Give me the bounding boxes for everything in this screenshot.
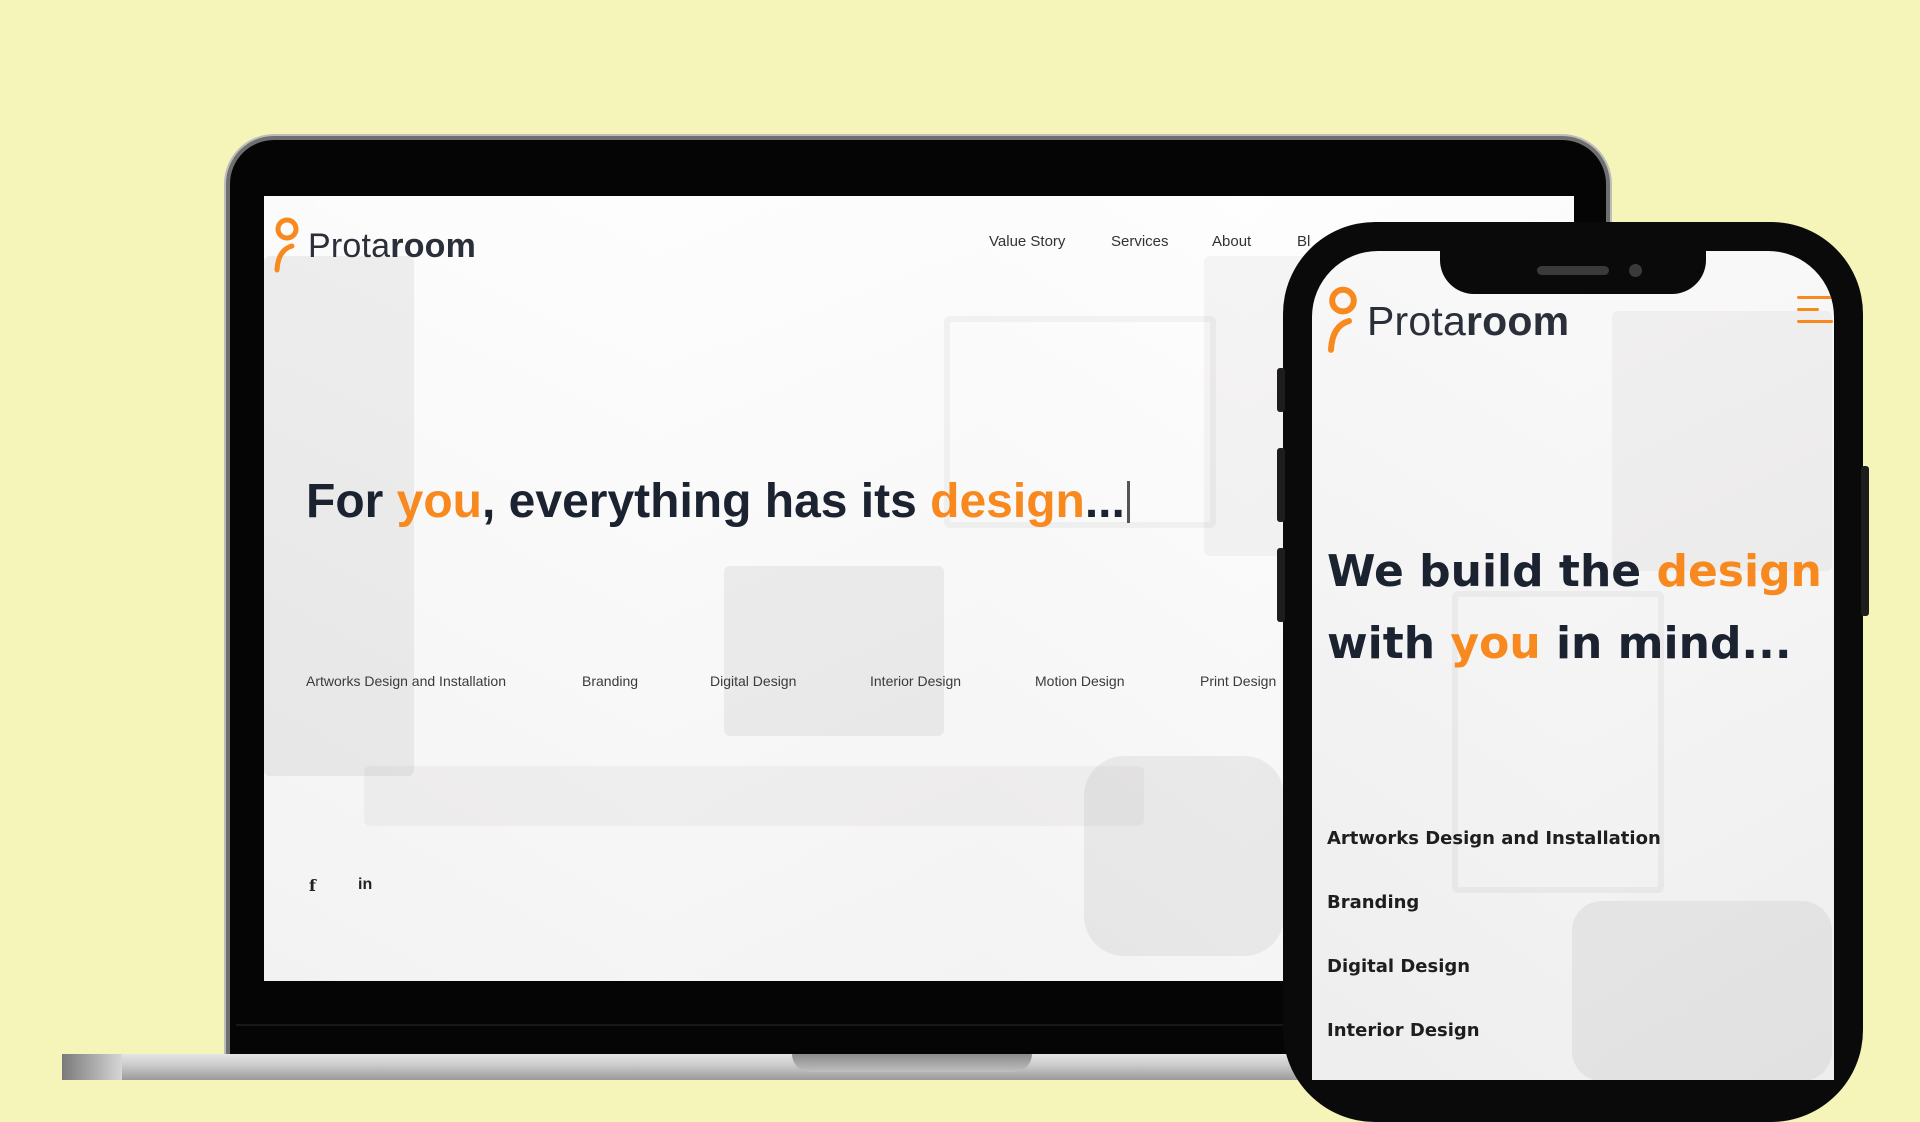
brand-name-light: Prota [1367,297,1466,344]
brand-name-light: Prota [308,226,391,265]
service-link-artworks[interactable]: Artworks Design and Installation [306,673,506,689]
brand-name: Protaroom [1367,298,1569,345]
laptop-hinge-notch [792,1054,1032,1072]
nav-about[interactable]: About [1212,233,1251,250]
nav-value-story[interactable]: Value Story [989,233,1065,250]
phone-volume-up [1277,448,1285,522]
phone-front-camera [1629,264,1642,277]
brand-name: Protaroom [308,227,476,266]
phone-mute-switch [1277,368,1285,412]
mobile-logo[interactable]: Protaroom [1325,285,1569,357]
linkedin-icon[interactable]: in [358,876,372,894]
nav-blog[interactable]: Bl [1297,233,1310,250]
service-link-print[interactable]: Print Design [1200,673,1276,689]
service-link-motion[interactable]: Motion Design [1035,673,1125,689]
laptop-base-edge [62,1054,122,1080]
hero-text-design: design [930,475,1085,528]
hamburger-menu-icon[interactable] [1797,296,1833,332]
desktop-logo[interactable]: Protaroom [272,216,476,276]
service-link-branding[interactable]: Branding [1327,892,1419,913]
facebook-icon[interactable]: f [309,876,316,895]
phone-power-button [1861,466,1869,616]
desktop-hero-headline: For you, everything has its design... [306,474,1130,529]
hero-text-you: you [396,475,482,528]
service-link-interior[interactable]: Interior Design [870,673,961,689]
phone-speaker [1537,266,1609,275]
hero-text-3: , everything has its [482,475,931,528]
phone-volume-down [1277,548,1285,622]
brand-name-bold: room [1466,297,1570,344]
hero-text-you: you [1450,618,1541,669]
hero-text-we-build: We build the [1327,546,1657,597]
protaroom-logo-icon [274,217,299,273]
mobile-hero-line-2: with you in mind... [1327,608,1822,680]
service-link-branding[interactable]: Branding [582,673,638,689]
hero-text-with: with [1327,618,1451,669]
hero-text-1: For [306,475,397,528]
service-link-interior[interactable]: Interior Design [1327,1020,1480,1041]
hero-text-in-mind: in mind... [1540,618,1792,669]
mobile-hero-headline: We build the design with you in mind... [1327,536,1822,680]
service-link-artworks[interactable]: Artworks Design and Installation [1327,828,1661,849]
service-link-digital[interactable]: Digital Design [710,673,796,689]
protaroom-logo-icon [1328,286,1357,353]
typing-cursor [1126,481,1130,523]
mobile-hero-line-1: We build the design [1327,536,1822,608]
nav-services[interactable]: Services [1111,233,1169,250]
service-link-digital[interactable]: Digital Design [1327,956,1470,977]
brand-name-bold: room [390,226,477,265]
hero-text-ellipsis: ... [1084,475,1125,528]
hero-text-design: design [1656,546,1822,597]
mobile-website: Protaroom We build the design with you i… [1312,251,1834,1080]
